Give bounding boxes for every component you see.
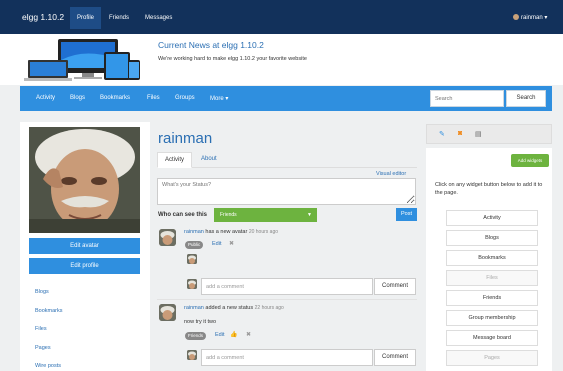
sidebar-link-files[interactable]: Files — [35, 326, 47, 332]
site-header: Current News at elgg 1.10.2 We're workin… — [0, 34, 563, 85]
access-badge: Friends — [185, 332, 207, 340]
search-button[interactable]: Search — [506, 90, 546, 107]
river-status-body: now try it two — [184, 319, 217, 325]
new-avatar-thumbnail[interactable] — [187, 254, 197, 264]
sidebar-link-blogs[interactable]: Blogs — [35, 289, 49, 295]
chevron-down-icon: ▾ — [544, 15, 548, 21]
widget-help-text: Click on any widget button below to add … — [435, 182, 543, 196]
nav-item-files[interactable]: Files — [147, 95, 160, 101]
widget-button-pages[interactable]: Pages — [446, 350, 538, 366]
news-subtitle: We're working hard to make elgg 1.10.2 y… — [158, 56, 307, 62]
access-label: Who can see this — [158, 212, 208, 218]
delete-icon[interactable]: ✖ — [246, 331, 251, 338]
edit-avatar-button[interactable]: Edit avatar — [29, 238, 140, 254]
river-action: has a new avatar — [203, 229, 249, 235]
page: elgg 1.10.2 Profile Friends Messages rai… — [0, 0, 563, 371]
nav-item-more[interactable]: More ▾ — [210, 95, 228, 102]
sidebar-link-wire-posts[interactable]: Wire posts — [35, 363, 61, 369]
comment-input[interactable]: add a comment — [201, 278, 373, 295]
comment-button[interactable]: Comment — [374, 278, 416, 295]
river-time: 20 hours ago — [248, 229, 279, 235]
nav-item-activity[interactable]: Activity — [36, 95, 55, 101]
main-nav: Activity Blogs Bookmarks Files Groups Mo… — [20, 86, 552, 111]
devices-banner-image — [24, 39, 140, 81]
nav-item-blogs[interactable]: Blogs — [70, 95, 85, 101]
widget-button-files[interactable]: Files — [446, 270, 538, 286]
tab-about[interactable]: About — [194, 152, 224, 168]
topbar-tab-friends[interactable]: Friends — [102, 7, 136, 29]
rss-icon[interactable]: ◙ — [458, 130, 462, 137]
news-title: Current News at elgg 1.10.2 — [158, 40, 264, 50]
edit-profile-button[interactable]: Edit profile — [29, 258, 140, 274]
topbar-tab-profile[interactable]: Profile — [70, 7, 102, 29]
comment-button[interactable]: Comment — [374, 349, 416, 366]
widget-button-blogs[interactable]: Blogs — [446, 230, 538, 246]
widget-button-group-membership[interactable]: Group membership — [446, 310, 538, 326]
sidebar-link-bookmarks[interactable]: Bookmarks — [35, 308, 63, 314]
status-input[interactable] — [157, 178, 416, 205]
print-icon[interactable]: ▤ — [475, 130, 482, 138]
tab-activity[interactable]: Activity — [157, 152, 193, 168]
nav-item-more-label: More — [210, 96, 224, 102]
river-avatar[interactable] — [159, 304, 176, 321]
widget-button-message-board[interactable]: Message board — [446, 330, 538, 346]
extras-bar: ✎ ◙ ▤ — [426, 124, 552, 144]
river-time: 22 hours ago — [254, 305, 284, 311]
delete-icon[interactable]: ✖ — [229, 240, 234, 247]
nav-item-groups[interactable]: Groups — [175, 95, 195, 101]
post-button[interactable]: Post — [396, 208, 417, 221]
site-logo[interactable]: elgg 1.10.2 — [22, 12, 64, 22]
access-badge: Public — [185, 241, 204, 249]
visual-editor-link[interactable]: Visual editor — [376, 171, 406, 177]
caret-down-icon: ▼ — [307, 212, 312, 218]
edit-link[interactable]: Edit — [215, 332, 224, 338]
access-value: Friends — [220, 212, 237, 218]
profile-photo — [29, 127, 140, 233]
widget-button-bookmarks[interactable]: Bookmarks — [446, 250, 538, 266]
topbar-tab-messages[interactable]: Messages — [138, 7, 179, 29]
river-summary: rainman added a new status 22 hours ago — [184, 305, 284, 311]
commenter-avatar — [187, 350, 197, 360]
user-name: rainman — [521, 15, 543, 21]
pin-icon[interactable]: ✎ — [439, 130, 445, 138]
river-avatar[interactable] — [159, 229, 176, 246]
river-action: added a new status — [203, 305, 255, 311]
search-input[interactable] — [430, 90, 504, 107]
river-divider — [157, 299, 417, 300]
edit-link[interactable]: Edit — [212, 241, 221, 247]
river-summary: rainman has a new avatar 20 hours ago — [184, 229, 278, 235]
profile-name: rainman — [158, 130, 213, 147]
comment-input[interactable]: add a comment — [201, 349, 373, 366]
widget-button-activity[interactable]: Activity — [446, 210, 538, 226]
user-menu[interactable]: rainman ▾ — [513, 14, 547, 21]
widget-button-friends[interactable]: Friends — [446, 290, 538, 306]
sidebar-link-pages[interactable]: Pages — [35, 345, 51, 351]
thumbs-up-icon[interactable]: 👍 — [230, 331, 237, 338]
commenter-avatar — [187, 279, 197, 289]
river-user-link[interactable]: rainman — [184, 305, 204, 311]
user-avatar-icon — [513, 14, 519, 20]
owner-block: Edit avatar Edit profile Blogs Bookmarks… — [20, 122, 150, 371]
nav-item-bookmarks[interactable]: Bookmarks — [100, 95, 130, 101]
topbar: elgg 1.10.2 Profile Friends Messages rai… — [0, 0, 563, 34]
river-user-link[interactable]: rainman — [184, 229, 204, 235]
add-widgets-button[interactable]: Add widgets — [511, 154, 549, 167]
access-select[interactable]: Friends ▼ — [214, 208, 317, 222]
chevron-down-icon: ▾ — [225, 96, 229, 102]
